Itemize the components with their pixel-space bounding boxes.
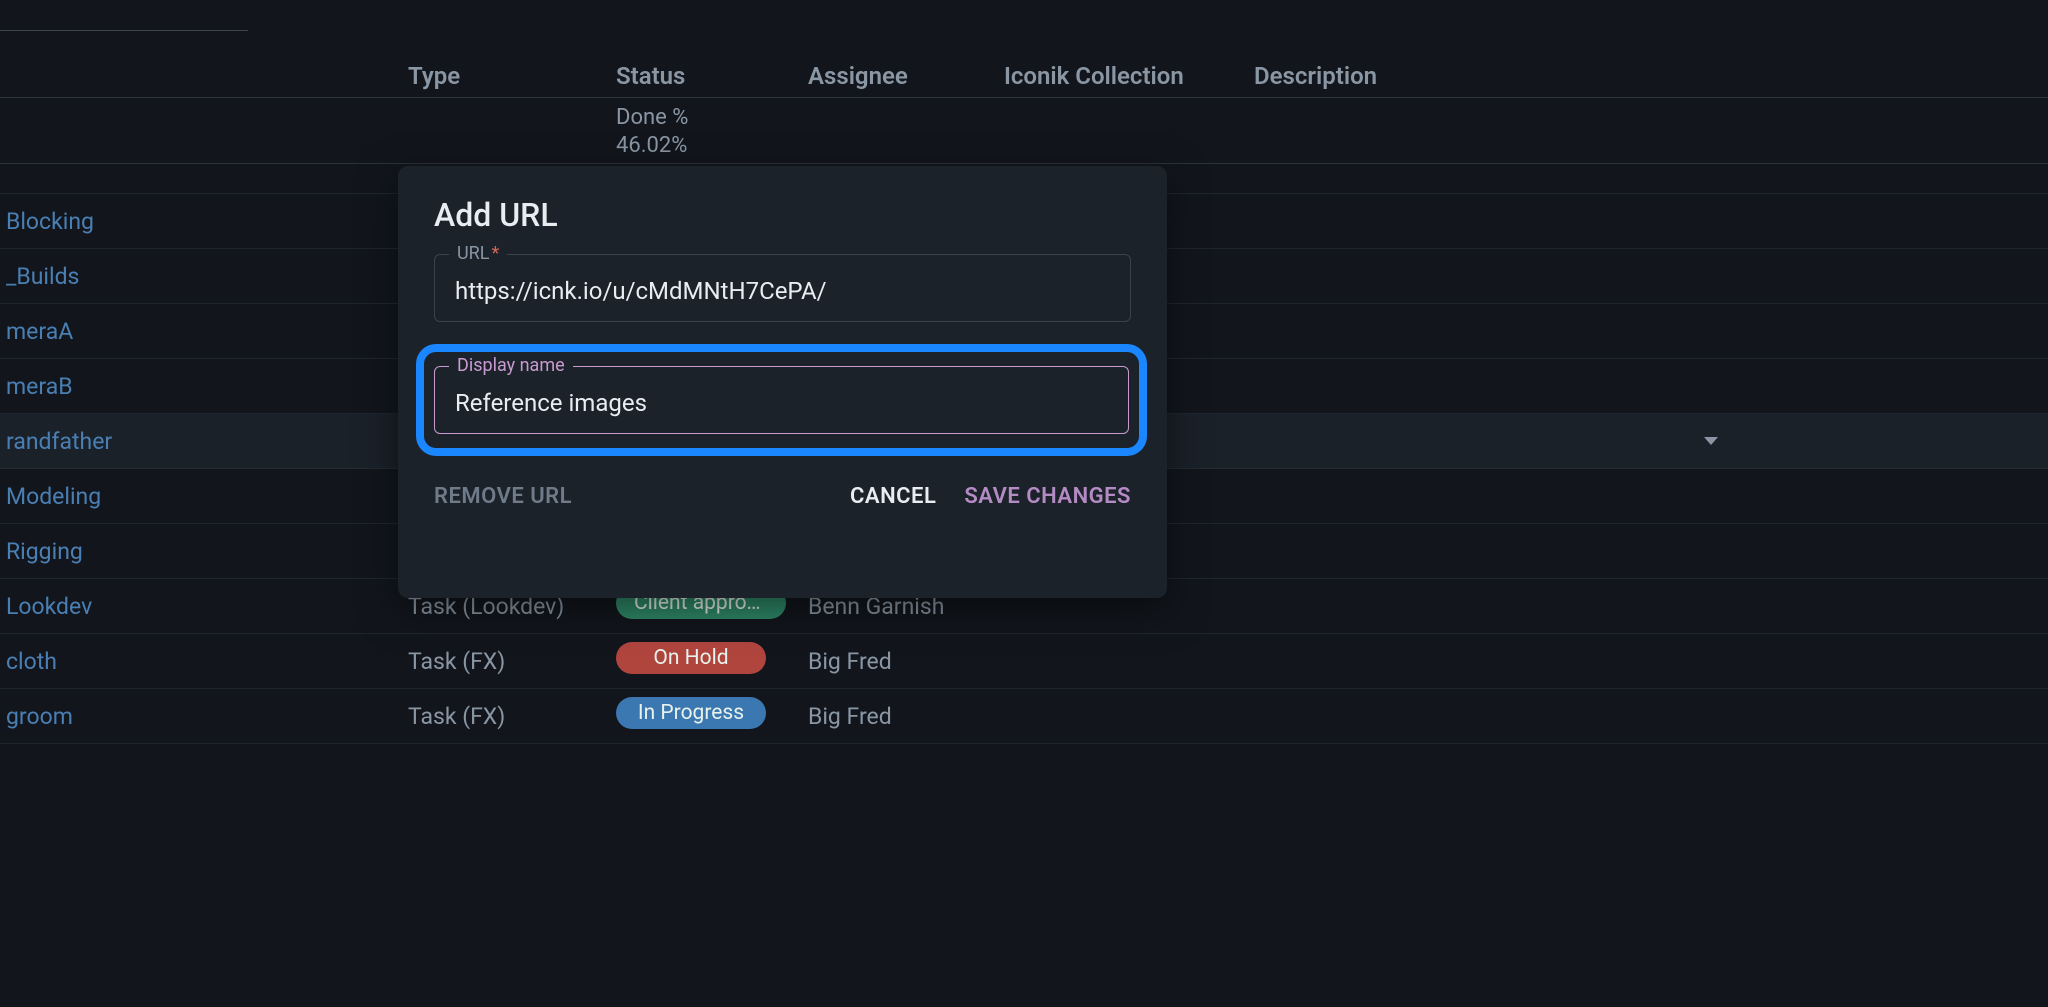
display-name-field[interactable]: Display name Reference images <box>434 366 1129 434</box>
display-name-input[interactable]: Reference images <box>455 389 1108 417</box>
remove-url-button[interactable]: REMOVE URL <box>434 484 572 509</box>
save-changes-button[interactable]: SAVE CHANGES <box>964 484 1131 509</box>
row-name[interactable]: randfather <box>0 428 408 455</box>
row-assignee: Big Fred <box>808 648 1004 675</box>
row-name[interactable]: Blocking <box>0 208 408 235</box>
row-name[interactable]: _Builds <box>0 263 408 290</box>
row-status[interactable]: On Hold <box>616 642 808 680</box>
modal-actions: REMOVE URL CANCEL SAVE CHANGES <box>434 484 1131 509</box>
chevron-down-icon[interactable] <box>1704 437 1718 445</box>
done-percent-label: Done % <box>616 104 808 132</box>
row-type: Task (FX) <box>408 648 616 675</box>
row-status[interactable]: In Progress <box>616 697 808 735</box>
col-header-iconik[interactable]: Iconik Collection <box>1004 0 1254 90</box>
row-name[interactable]: groom <box>0 703 408 730</box>
row-name[interactable]: Modeling <box>0 483 408 510</box>
row-name[interactable]: meraB <box>0 373 408 400</box>
col-header-name <box>0 0 408 62</box>
done-percent-value: 46.02% <box>616 132 808 160</box>
row-type: Task (FX) <box>408 703 616 730</box>
modal-title: Add URL <box>434 196 1131 234</box>
row-name[interactable]: meraA <box>0 318 408 345</box>
display-name-label: Display name <box>449 355 573 376</box>
col-header-status[interactable]: Status <box>616 0 808 90</box>
row-description <box>1254 437 2048 445</box>
col-header-assignee[interactable]: Assignee <box>808 0 1004 90</box>
col-header-type[interactable]: Type <box>408 0 616 90</box>
display-name-highlight: Display name Reference images <box>416 344 1147 456</box>
add-url-modal: Add URL URL* https://icnk.io/u/cMdMNtH7C… <box>398 166 1167 598</box>
cancel-button[interactable]: CANCEL <box>850 484 936 509</box>
status-badge[interactable]: On Hold <box>616 642 766 674</box>
row-name[interactable]: Lookdev <box>0 593 408 620</box>
required-star-icon: * <box>491 243 499 264</box>
status-badge[interactable]: In Progress <box>616 697 766 729</box>
url-input[interactable]: https://icnk.io/u/cMdMNtH7CePA/ <box>455 277 1110 305</box>
url-field[interactable]: URL* https://icnk.io/u/cMdMNtH7CePA/ <box>434 254 1131 322</box>
url-field-label: URL <box>457 243 489 264</box>
row-name[interactable]: Rigging <box>0 538 408 565</box>
row-name[interactable]: cloth <box>0 648 408 675</box>
table-summary-row: Done % 46.02% <box>0 98 2048 164</box>
table-header-row: Type Status Assignee Iconik Collection D… <box>0 0 2048 98</box>
table-row[interactable]: groomTask (FX)In Progress Big Fred <box>0 689 2048 744</box>
table-row[interactable]: clothTask (FX)On Hold Big Fred <box>0 634 2048 689</box>
col-header-description[interactable]: Description <box>1254 0 2048 90</box>
row-assignee: Big Fred <box>808 703 1004 730</box>
